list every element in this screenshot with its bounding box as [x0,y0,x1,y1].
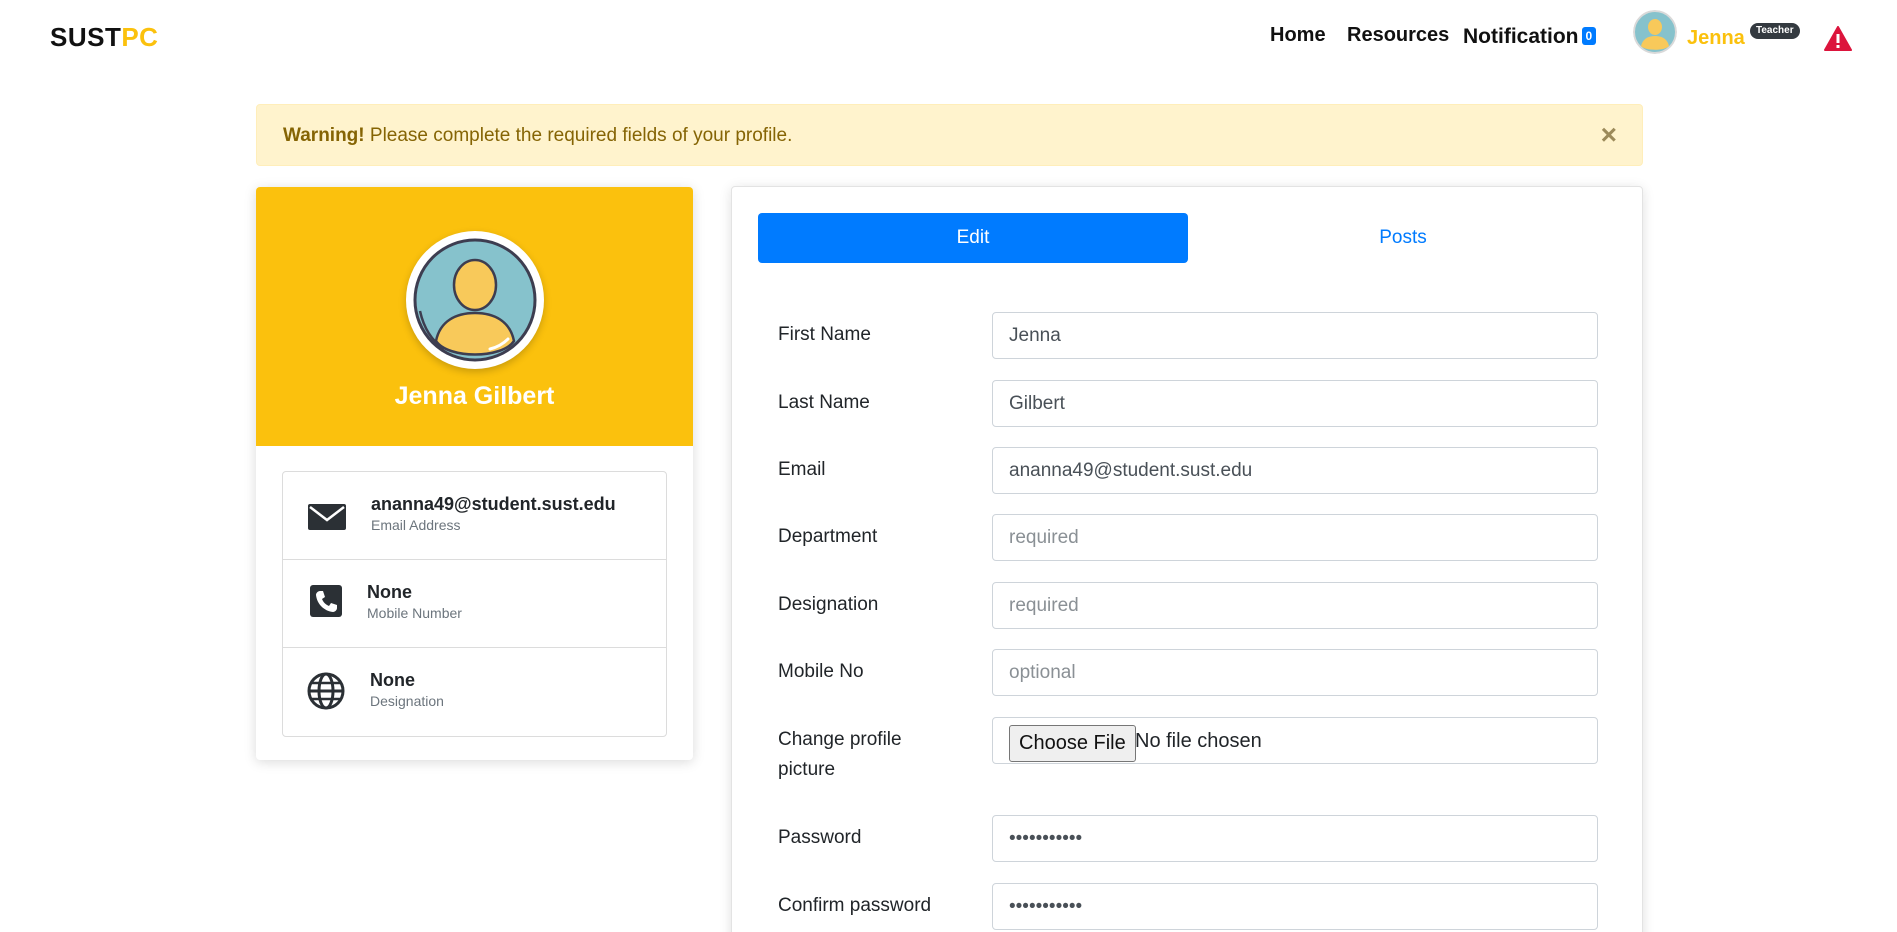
notification-count-badge: 0 [1581,27,1597,45]
nav-resources-link[interactable]: Resources [1347,24,1449,47]
department-label: Department [778,526,878,547]
info-email-label: Email Address [371,517,461,533]
info-designation-label: Designation [370,693,444,709]
choose-file-button[interactable]: Choose File [1009,725,1136,762]
notification-label: Notification [1463,25,1579,48]
warning-title: Warning! [283,125,365,146]
warning-triangle-icon[interactable] [1824,26,1852,52]
confirm-password-label: Confirm password [778,895,932,916]
navbar: SUSTPC Home Resources Notification 0 Jenn… [0,0,1897,76]
phone-icon [309,584,349,620]
info-designation-value: None [370,670,415,690]
nav-home-link[interactable]: Home [1270,24,1326,47]
profile-card: Jenna Gilbert ananna49@student.sust.edu … [256,187,693,760]
info-email-value: ananna49@student.sust.edu [371,494,616,514]
profile-picture-label: Change profile picture [778,729,902,780]
profile-header: Jenna Gilbert [256,187,693,446]
nav-notification-link[interactable]: Notification 0 [1463,25,1597,49]
email-input[interactable] [992,447,1598,494]
email-label: Email [778,459,826,480]
tab-edit[interactable]: Edit [758,213,1188,263]
password-input[interactable] [992,815,1598,862]
user-avatar[interactable] [1633,10,1677,54]
profile-warning-alert: Warning! Please complete the required fi… [256,104,1643,166]
designation-input[interactable] [992,582,1598,629]
globe-icon [307,672,347,710]
last-name-label: Last Name [778,392,870,413]
tab-posts[interactable]: Posts [1188,213,1618,263]
edit-profile-panel: Edit Posts First Name Last Name Email De… [731,186,1643,932]
designation-label: Designation [778,594,879,615]
last-name-input[interactable] [992,380,1598,427]
close-icon[interactable]: × [1601,121,1617,149]
info-item-email: ananna49@student.sust.edu Email Address [283,472,666,560]
confirm-password-input[interactable] [992,883,1598,930]
envelope-icon [307,498,347,534]
department-input[interactable] [992,514,1598,561]
password-label: Password [778,827,862,848]
info-item-designation: None Designation [283,648,666,736]
info-item-mobile: None Mobile Number [283,560,666,648]
first-name-label: First Name [778,324,871,345]
mobile-label: Mobile No [778,661,864,682]
profile-picture-file-input[interactable]: Choose File No file chosen [992,717,1598,764]
profile-name: Jenna Gilbert [394,382,555,410]
file-status-text: No file chosen [1135,730,1262,752]
nav-user-name[interactable]: Jenna [1687,27,1745,50]
info-mobile-value: None [367,582,412,602]
brand-text-sust: SUST [50,22,122,52]
user-role-badge: Teacher [1750,23,1800,39]
warning-message: Please complete the required fields of y… [364,125,793,146]
mobile-input[interactable] [992,649,1598,696]
first-name-input[interactable] [992,312,1598,359]
brand-logo[interactable]: SUSTPC [50,22,158,53]
profile-info-list: ananna49@student.sust.edu Email Address … [282,471,667,737]
info-mobile-label: Mobile Number [367,605,462,621]
brand-text-pc: PC [121,22,159,52]
profile-avatar [406,231,544,369]
